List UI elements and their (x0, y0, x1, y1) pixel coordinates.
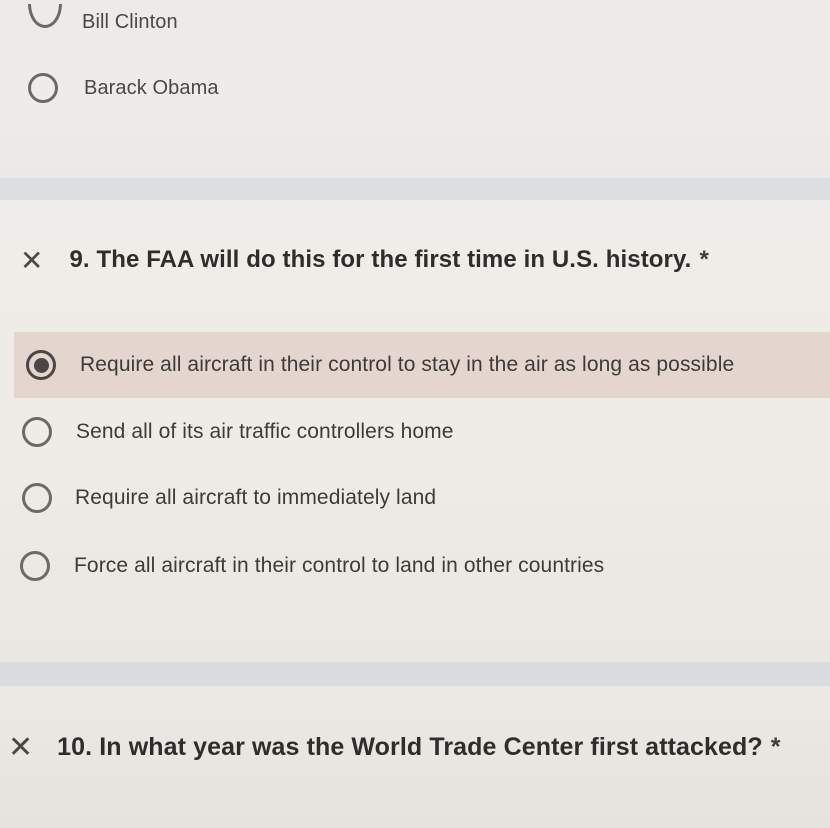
q8-option-label: Bill Clinton (82, 10, 178, 33)
section-separator (0, 178, 830, 200)
q9-option-label: Require all aircraft to immediately land (75, 486, 437, 509)
question-9-title: 9. The FAA will do this for the first ti… (69, 246, 692, 273)
radio-button-unchecked[interactable] (20, 551, 50, 581)
section-separator (0, 662, 830, 686)
q9-option-label: Force all aircraft in their control to l… (74, 554, 605, 577)
q9-option-1[interactable]: Require all aircraft in their control to… (26, 341, 830, 389)
required-marker: * (770, 732, 781, 761)
radio-button-unchecked[interactable] (28, 73, 58, 103)
q9-option-2[interactable]: Send all of its air traffic controllers … (22, 408, 830, 456)
q8-option-bill-clinton[interactable]: Bill Clinton (28, 2, 830, 50)
q9-option-3[interactable]: Require all aircraft to immediately land (22, 474, 830, 522)
q8-option-label: Barack Obama (84, 76, 219, 99)
question-10-header: ✕ 10. In what year was the World Trade C… (8, 724, 830, 770)
radio-button-unchecked[interactable] (22, 483, 52, 513)
question-10-title: 10. In what year was the World Trade Cen… (57, 732, 763, 761)
radio-button-checked[interactable] (26, 350, 56, 380)
question-8-card: Bill Clinton Barack Obama (0, 0, 830, 178)
question-9-card: ✕ 9. The FAA will do this for the first … (0, 200, 830, 662)
required-marker: * (699, 246, 709, 273)
radio-button-unchecked[interactable] (22, 417, 52, 447)
question-10-card: ✕ 10. In what year was the World Trade C… (0, 686, 830, 828)
q9-option-4[interactable]: Force all aircraft in their control to l… (20, 542, 830, 590)
q8-option-barack-obama[interactable]: Barack Obama (28, 64, 830, 112)
q9-option-label: Send all of its air traffic controllers … (76, 420, 454, 443)
radio-button-unchecked[interactable] (28, 4, 62, 28)
question-9-header: ✕ 9. The FAA will do this for the first … (20, 238, 830, 282)
close-icon: ✕ (20, 244, 44, 276)
radio-dot (33, 357, 49, 373)
close-icon: ✕ (8, 730, 34, 764)
q9-option-label: Require all aircraft in their control to… (80, 353, 735, 376)
